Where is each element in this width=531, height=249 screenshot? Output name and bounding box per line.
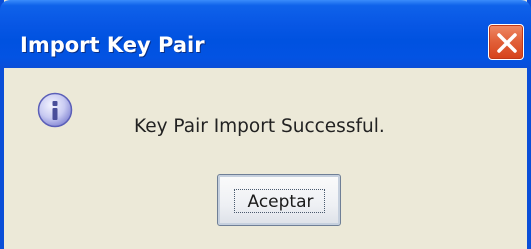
dialog-message: Key Pair Import Successful.	[134, 116, 385, 137]
close-icon	[497, 33, 517, 53]
ok-button-label: Aceptar	[247, 192, 314, 212]
close-button[interactable]	[488, 24, 524, 60]
window-title: Import Key Pair	[20, 33, 205, 57]
message-dialog: Import Key Pair Key Pair Import Successf…	[0, 0, 531, 249]
focus-ring: Aceptar	[234, 189, 325, 213]
info-icon	[37, 92, 73, 128]
title-bar[interactable]: Import Key Pair	[0, 0, 531, 68]
ok-button[interactable]: Aceptar	[217, 174, 341, 226]
